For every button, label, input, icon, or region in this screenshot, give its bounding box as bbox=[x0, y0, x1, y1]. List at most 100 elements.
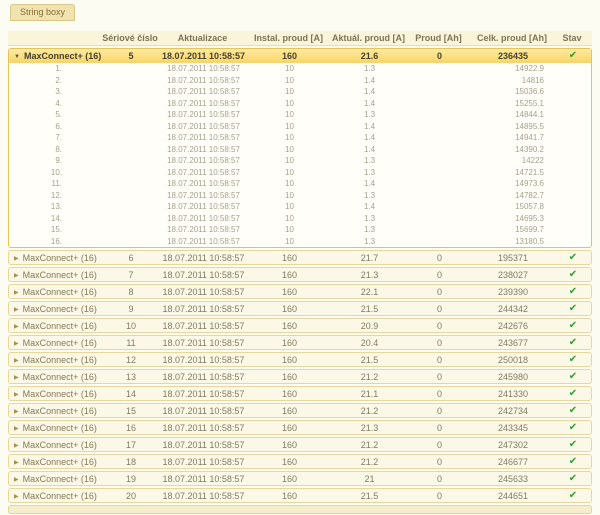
device-instal-current: 160 bbox=[246, 321, 333, 331]
device-actual-current: 21.6 bbox=[333, 51, 406, 61]
device-row-collapsed[interactable]: ▶MaxConnect+ (16) 16 18.07.2011 10:58:57… bbox=[8, 420, 592, 435]
device-instal-current: 160 bbox=[246, 372, 333, 382]
string-actual-current: 1.4 bbox=[333, 202, 406, 211]
device-serial: 14 bbox=[101, 389, 161, 399]
triangle-down-icon: ▼ bbox=[14, 54, 20, 60]
device-serial: 6 bbox=[101, 253, 161, 263]
device-serial: 18 bbox=[101, 457, 161, 467]
string-updated: 18.07.2011 10:58:57 bbox=[161, 179, 246, 188]
device-proud-ah: 0 bbox=[406, 51, 473, 61]
device-instal-current: 160 bbox=[246, 491, 333, 501]
string-box-table: Sériové číslo Aktualizace Instal. proud … bbox=[8, 31, 592, 503]
col-header-proud: Proud [Ah] bbox=[405, 33, 472, 43]
device-row-collapsed[interactable]: ▶MaxConnect+ (16) 17 18.07.2011 10:58:57… bbox=[8, 437, 592, 452]
device-instal-current: 160 bbox=[246, 440, 333, 450]
col-header-stav: Stav bbox=[552, 33, 592, 43]
string-actual-current: 1.3 bbox=[333, 156, 406, 165]
device-proud-ah: 0 bbox=[406, 474, 473, 484]
device-row-collapsed[interactable]: ▶MaxConnect+ (16) 18 18.07.2011 10:58:57… bbox=[8, 454, 592, 469]
device-row-collapsed[interactable]: ▶MaxConnect+ (16) 11 18.07.2011 10:58:57… bbox=[8, 335, 592, 350]
status-ok-icon: ✔ bbox=[553, 253, 593, 263]
status-ok-icon: ✔ bbox=[553, 338, 593, 348]
device-row-collapsed[interactable]: ▶MaxConnect+ (16) 6 18.07.2011 10:58:57 … bbox=[8, 250, 592, 265]
device-instal-current: 160 bbox=[246, 304, 333, 314]
string-updated: 18.07.2011 10:58:57 bbox=[161, 64, 246, 73]
device-serial: 20 bbox=[101, 491, 161, 501]
device-row-collapsed[interactable]: ▶MaxConnect+ (16) 13 18.07.2011 10:58:57… bbox=[8, 369, 592, 384]
device-name: MaxConnect+ (16) bbox=[23, 321, 97, 331]
horizontal-scrollbar[interactable] bbox=[8, 505, 592, 514]
device-name: MaxConnect+ (16) bbox=[23, 457, 97, 467]
status-ok-icon: ✔ bbox=[553, 270, 593, 280]
device-total-ah: 250018 bbox=[473, 355, 553, 365]
status-ok-icon: ✔ bbox=[553, 474, 593, 484]
device-actual-current: 20.9 bbox=[333, 321, 406, 331]
triangle-right-icon: ▶ bbox=[14, 476, 19, 483]
device-total-ah: 243677 bbox=[473, 338, 553, 348]
device-name: MaxConnect+ (16) bbox=[23, 304, 97, 314]
string-actual-current: 1.4 bbox=[333, 76, 406, 85]
device-total-ah: 242676 bbox=[473, 321, 553, 331]
string-total-ah: 14782.7 bbox=[473, 191, 553, 200]
string-row: 1. 18.07.2011 10:58:57 10 1.3 14922.9 bbox=[9, 63, 591, 75]
device-updated: 18.07.2011 10:58:57 bbox=[161, 338, 246, 348]
device-row-collapsed[interactable]: ▶MaxConnect+ (16) 19 18.07.2011 10:58:57… bbox=[8, 471, 592, 486]
string-total-ah: 14895.5 bbox=[473, 122, 553, 131]
string-instal-current: 10 bbox=[246, 179, 333, 188]
device-row-collapsed[interactable]: ▶MaxConnect+ (16) 20 18.07.2011 10:58:57… bbox=[8, 488, 592, 503]
device-proud-ah: 0 bbox=[406, 355, 473, 365]
device-actual-current: 21.1 bbox=[333, 389, 406, 399]
string-total-ah: 13180.5 bbox=[473, 237, 553, 246]
string-updated: 18.07.2011 10:58:57 bbox=[161, 145, 246, 154]
device-row-collapsed[interactable]: ▶MaxConnect+ (16) 10 18.07.2011 10:58:57… bbox=[8, 318, 592, 333]
collapsed-groups: ▶MaxConnect+ (16) 6 18.07.2011 10:58:57 … bbox=[8, 250, 592, 503]
string-updated: 18.07.2011 10:58:57 bbox=[161, 168, 246, 177]
device-row-expanded[interactable]: ▼MaxConnect+ (16) 5 18.07.2011 10:58:57 … bbox=[9, 49, 591, 63]
device-name: MaxConnect+ (16) bbox=[23, 253, 97, 263]
tab-bar: String boxy bbox=[8, 2, 592, 19]
device-instal-current: 160 bbox=[246, 423, 333, 433]
string-index: 16. bbox=[9, 237, 101, 246]
device-updated: 18.07.2011 10:58:57 bbox=[161, 474, 246, 484]
status-ok-icon: ✔ bbox=[553, 491, 593, 501]
device-row-collapsed[interactable]: ▶MaxConnect+ (16) 12 18.07.2011 10:58:57… bbox=[8, 352, 592, 367]
string-total-ah: 14695.3 bbox=[473, 214, 553, 223]
string-row: 16. 18.07.2011 10:58:57 10 1.3 13180.5 bbox=[9, 236, 591, 248]
device-updated: 18.07.2011 10:58:57 bbox=[161, 270, 246, 280]
string-index: 6. bbox=[9, 122, 101, 131]
device-name: MaxConnect+ (16) bbox=[23, 474, 97, 484]
device-proud-ah: 0 bbox=[406, 287, 473, 297]
tab-string-boxy[interactable]: String boxy bbox=[10, 4, 75, 21]
device-row-collapsed[interactable]: ▶MaxConnect+ (16) 8 18.07.2011 10:58:57 … bbox=[8, 284, 592, 299]
triangle-right-icon: ▶ bbox=[14, 374, 19, 381]
device-row-collapsed[interactable]: ▶MaxConnect+ (16) 14 18.07.2011 10:58:57… bbox=[8, 386, 592, 401]
device-proud-ah: 0 bbox=[406, 491, 473, 501]
device-row-collapsed[interactable]: ▶MaxConnect+ (16) 15 18.07.2011 10:58:57… bbox=[8, 403, 592, 418]
string-index: 4. bbox=[9, 99, 101, 108]
string-instal-current: 10 bbox=[246, 191, 333, 200]
device-row-collapsed[interactable]: ▶MaxConnect+ (16) 7 18.07.2011 10:58:57 … bbox=[8, 267, 592, 282]
string-instal-current: 10 bbox=[246, 122, 333, 131]
triangle-right-icon: ▶ bbox=[14, 306, 19, 313]
device-total-ah: 241330 bbox=[473, 389, 553, 399]
triangle-right-icon: ▶ bbox=[14, 442, 19, 449]
device-total-ah: 244651 bbox=[473, 491, 553, 501]
triangle-right-icon: ▶ bbox=[14, 289, 19, 296]
triangle-right-icon: ▶ bbox=[14, 357, 19, 364]
device-updated: 18.07.2011 10:58:57 bbox=[161, 372, 246, 382]
device-name: MaxConnect+ (16) bbox=[23, 440, 97, 450]
col-header-updated: Aktualizace bbox=[160, 33, 245, 43]
device-serial: 13 bbox=[101, 372, 161, 382]
device-row-collapsed[interactable]: ▶MaxConnect+ (16) 9 18.07.2011 10:58:57 … bbox=[8, 301, 592, 316]
device-actual-current: 21.5 bbox=[333, 304, 406, 314]
device-updated: 18.07.2011 10:58:57 bbox=[161, 389, 246, 399]
status-ok-icon: ✔ bbox=[553, 355, 593, 365]
string-instal-current: 10 bbox=[246, 202, 333, 211]
string-index: 10. bbox=[9, 168, 101, 177]
device-updated: 18.07.2011 10:58:57 bbox=[161, 253, 246, 263]
device-name: MaxConnect+ (16) bbox=[24, 51, 101, 61]
string-index: 15. bbox=[9, 225, 101, 234]
device-instal-current: 160 bbox=[246, 389, 333, 399]
device-actual-current: 21.2 bbox=[333, 372, 406, 382]
device-total-ah: 242734 bbox=[473, 406, 553, 416]
